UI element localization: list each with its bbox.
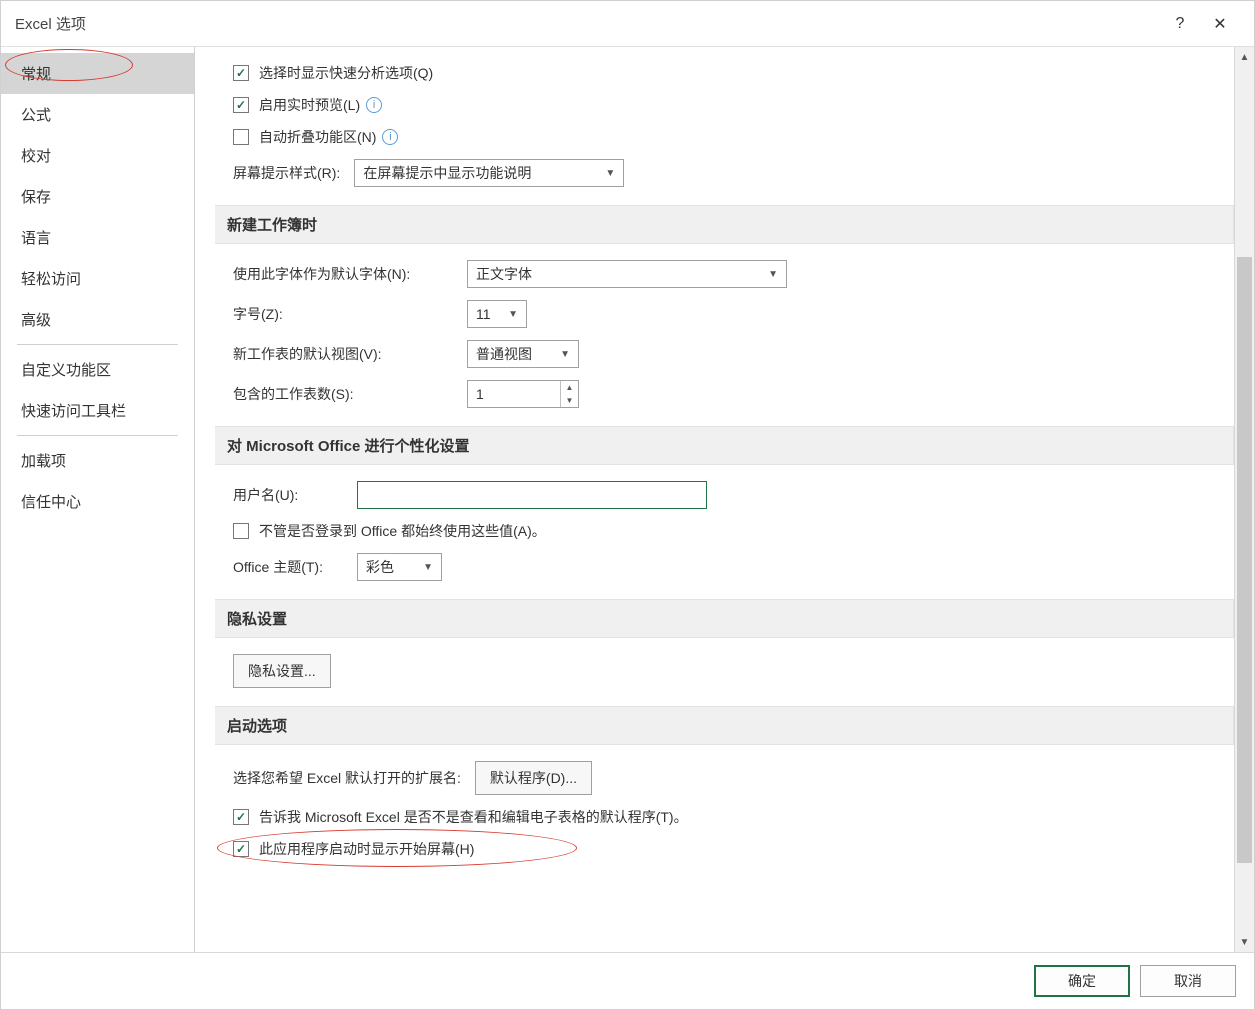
sidebar-item-trust-center[interactable]: 信任中心 <box>1 481 194 522</box>
sidebar-item-accessibility[interactable]: 轻松访问 <box>1 258 194 299</box>
sidebar-divider <box>17 344 178 345</box>
sidebar-item-formulas[interactable]: 公式 <box>1 94 194 135</box>
collapse-ribbon-row: 自动折叠功能区(N) i <box>215 127 1234 147</box>
ext-row: 选择您希望 Excel 默认打开的扩展名: 默认程序(D)... <box>215 761 1234 795</box>
sidebar-item-save[interactable]: 保存 <box>1 176 194 217</box>
sidebar-item-customize-ribbon[interactable]: 自定义功能区 <box>1 349 194 390</box>
chevron-down-icon: ▼ <box>413 562 433 573</box>
live-preview-label: 启用实时预览(L) <box>259 95 360 115</box>
sidebar-item-addins[interactable]: 加载项 <box>1 440 194 481</box>
dialog-body: 常规 公式 校对 保存 语言 轻松访问 高级 自定义功能区 快速访问工具栏 加载… <box>1 47 1254 952</box>
view-value: 普通视图 <box>476 344 532 364</box>
options-dialog: Excel 选项 ? ✕ 常规 公式 校对 保存 语言 轻松访问 高级 自定义功… <box>0 0 1255 1010</box>
ok-button[interactable]: 确定 <box>1034 965 1130 997</box>
spin-up-icon[interactable]: ▲ <box>561 381 578 394</box>
sheets-value: 1 <box>476 386 484 402</box>
section-privacy: 隐私设置 <box>215 599 1234 638</box>
spin-down-icon[interactable]: ▼ <box>561 394 578 407</box>
size-combo[interactable]: 11 ▼ <box>467 300 527 328</box>
sheets-spinner[interactable]: 1 ▲ ▼ <box>467 380 579 408</box>
font-combo[interactable]: 正文字体 ▼ <box>467 260 787 288</box>
font-value: 正文字体 <box>476 264 532 284</box>
username-row: 用户名(U): <box>215 481 1234 509</box>
tellme-checkbox[interactable] <box>233 809 249 825</box>
sidebar-item-advanced[interactable]: 高级 <box>1 299 194 340</box>
info-icon[interactable]: i <box>366 97 382 113</box>
sidebar-item-general[interactable]: 常规 <box>1 53 194 94</box>
sidebar-item-quick-access[interactable]: 快速访问工具栏 <box>1 390 194 431</box>
sidebar-item-proofing[interactable]: 校对 <box>1 135 194 176</box>
quick-analysis-label: 选择时显示快速分析选项(Q) <box>259 63 433 83</box>
sidebar: 常规 公式 校对 保存 语言 轻松访问 高级 自定义功能区 快速访问工具栏 加载… <box>1 47 195 952</box>
section-startup: 启动选项 <box>215 706 1234 745</box>
tellme-label: 告诉我 Microsoft Excel 是否不是查看和编辑电子表格的默认程序(T… <box>259 807 688 827</box>
startscreen-label: 此应用程序启动时显示开始屏幕(H) <box>259 839 474 859</box>
scroll-up-icon[interactable]: ▲ <box>1235 47 1254 67</box>
section-new-workbook: 新建工作簿时 <box>215 205 1234 244</box>
titlebar: Excel 选项 ? ✕ <box>1 1 1254 47</box>
privacy-settings-button[interactable]: 隐私设置... <box>233 654 331 688</box>
sidebar-item-language[interactable]: 语言 <box>1 217 194 258</box>
sheets-row: 包含的工作表数(S): 1 ▲ ▼ <box>215 380 1234 408</box>
info-icon[interactable]: i <box>382 129 398 145</box>
theme-value: 彩色 <box>366 557 394 577</box>
view-label: 新工作表的默认视图(V): <box>233 344 453 364</box>
size-row: 字号(Z): 11 ▼ <box>215 300 1234 328</box>
username-label: 用户名(U): <box>233 485 343 505</box>
size-label: 字号(Z): <box>233 304 453 324</box>
quick-analysis-row: 选择时显示快速分析选项(Q) <box>215 63 1234 83</box>
theme-combo[interactable]: 彩色 ▼ <box>357 553 442 581</box>
window-title: Excel 选项 <box>15 13 1160 34</box>
content-wrap: 选择时显示快速分析选项(Q) 启用实时预览(L) i 自动折叠功能区(N) i … <box>195 47 1254 952</box>
startscreen-row: 此应用程序启动时显示开始屏幕(H) <box>215 839 1234 859</box>
collapse-ribbon-label: 自动折叠功能区(N) <box>259 127 376 147</box>
always-use-row: 不管是否登录到 Office 都始终使用这些值(A)。 <box>215 521 1234 541</box>
dialog-footer: 确定 取消 <box>1 952 1254 1009</box>
tellme-row: 告诉我 Microsoft Excel 是否不是查看和编辑电子表格的默认程序(T… <box>215 807 1234 827</box>
chevron-down-icon: ▼ <box>758 269 778 280</box>
theme-label: Office 主题(T): <box>233 557 343 577</box>
screentip-label: 屏幕提示样式(R): <box>233 163 340 183</box>
screentip-value: 在屏幕提示中显示功能说明 <box>363 163 531 183</box>
content-panel: 选择时显示快速分析选项(Q) 启用实时预览(L) i 自动折叠功能区(N) i … <box>195 47 1234 952</box>
chevron-down-icon: ▼ <box>595 168 615 179</box>
sheets-label: 包含的工作表数(S): <box>233 384 453 404</box>
default-programs-button[interactable]: 默认程序(D)... <box>475 761 592 795</box>
close-button[interactable]: ✕ <box>1200 6 1240 42</box>
chevron-down-icon: ▼ <box>550 349 570 360</box>
font-row: 使用此字体作为默认字体(N): 正文字体 ▼ <box>215 260 1234 288</box>
cancel-button[interactable]: 取消 <box>1140 965 1236 997</box>
sidebar-divider <box>17 435 178 436</box>
scroll-track[interactable] <box>1235 67 1254 932</box>
privacy-row: 隐私设置... <box>215 654 1234 688</box>
screentip-combo[interactable]: 在屏幕提示中显示功能说明 ▼ <box>354 159 624 187</box>
size-value: 11 <box>476 306 491 322</box>
vertical-scrollbar[interactable]: ▲ ▼ <box>1234 47 1254 952</box>
chevron-down-icon: ▼ <box>498 309 518 320</box>
startscreen-checkbox[interactable] <box>233 841 249 857</box>
section-personalize: 对 Microsoft Office 进行个性化设置 <box>215 426 1234 465</box>
scroll-down-icon[interactable]: ▼ <box>1235 932 1254 952</box>
always-use-label: 不管是否登录到 Office 都始终使用这些值(A)。 <box>259 521 546 541</box>
help-button[interactable]: ? <box>1160 6 1200 42</box>
username-input[interactable] <box>357 481 707 509</box>
live-preview-row: 启用实时预览(L) i <box>215 95 1234 115</box>
screentip-row: 屏幕提示样式(R): 在屏幕提示中显示功能说明 ▼ <box>215 159 1234 187</box>
always-use-checkbox[interactable] <box>233 523 249 539</box>
view-combo[interactable]: 普通视图 ▼ <box>467 340 579 368</box>
font-label: 使用此字体作为默认字体(N): <box>233 264 453 284</box>
live-preview-checkbox[interactable] <box>233 97 249 113</box>
quick-analysis-checkbox[interactable] <box>233 65 249 81</box>
collapse-ribbon-checkbox[interactable] <box>233 129 249 145</box>
view-row: 新工作表的默认视图(V): 普通视图 ▼ <box>215 340 1234 368</box>
scroll-thumb[interactable] <box>1237 257 1252 863</box>
theme-row: Office 主题(T): 彩色 ▼ <box>215 553 1234 581</box>
ext-label: 选择您希望 Excel 默认打开的扩展名: <box>233 768 461 788</box>
